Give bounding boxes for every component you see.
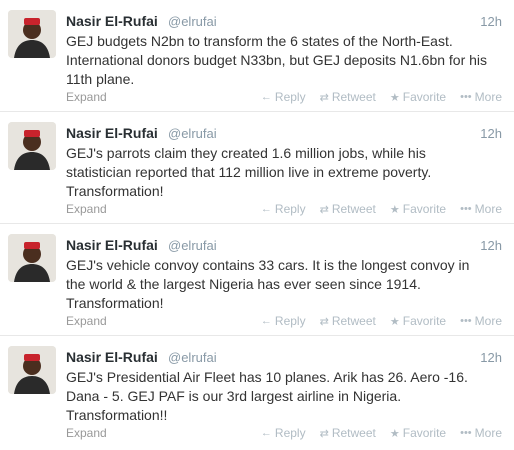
- retweet-icon: ⇄: [319, 315, 329, 328]
- avatar[interactable]: [8, 234, 56, 282]
- tweet: Nasir El-Rufai @elrufai 12h GEJ's vehicl…: [0, 224, 514, 336]
- tweet-text-line: GEJ's parrots claim they created 1.6 mil…: [66, 145, 426, 161]
- more-button[interactable]: ••• More: [460, 202, 502, 216]
- dots-icon: •••: [460, 427, 472, 439]
- tweet-text-line: GEJ's Presidential Air Fleet has 10 plan…: [66, 369, 468, 385]
- tweet-text-line: Dana - 5. GEJ PAF is our 3rd largest air…: [66, 388, 402, 404]
- tweet-timestamp[interactable]: 12h: [480, 126, 502, 141]
- favorite-button[interactable]: ★ Favorite: [390, 90, 446, 104]
- author-handle[interactable]: @elrufai: [168, 126, 217, 141]
- tweet: Nasir El-Rufai @elrufai 12h GEJ's Presid…: [0, 336, 514, 448]
- tweet-text-line: Transformation!: [66, 183, 164, 199]
- reply-label: Reply: [274, 90, 306, 104]
- tweet-actions: ← Reply ⇄ Retweet ★ Favorite ••• More: [261, 314, 502, 328]
- retweet-label: Retweet: [331, 202, 376, 216]
- tweet-text: GEJ's vehicle convoy contains 33 cars. I…: [66, 256, 496, 313]
- reply-arrow-icon: ←: [260, 203, 272, 215]
- expand-link[interactable]: Expand: [66, 90, 107, 104]
- star-icon: ★: [389, 203, 400, 216]
- tweet-text-line: 11th plane.: [66, 71, 135, 87]
- dots-icon: •••: [460, 315, 472, 327]
- reply-label: Reply: [274, 202, 306, 216]
- author-handle[interactable]: @elrufai: [168, 350, 217, 365]
- tweet-text-line: Transformation!: [66, 295, 164, 311]
- reply-arrow-icon: ←: [260, 91, 272, 103]
- author-name[interactable]: Nasir El-Rufai: [66, 349, 158, 365]
- author-name[interactable]: Nasir El-Rufai: [66, 237, 158, 253]
- retweet-button[interactable]: ⇄ Retweet: [320, 90, 376, 104]
- reply-arrow-icon: ←: [260, 427, 272, 439]
- reply-button[interactable]: ← Reply: [261, 202, 306, 216]
- more-button[interactable]: ••• More: [460, 90, 502, 104]
- tweet-text: GEJ's parrots claim they created 1.6 mil…: [66, 144, 496, 201]
- author-handle[interactable]: @elrufai: [168, 14, 217, 29]
- favorite-button[interactable]: ★ Favorite: [390, 426, 446, 440]
- retweet-icon: ⇄: [319, 427, 329, 440]
- tweet-text-line: statistician reported that 112 million l…: [66, 164, 432, 180]
- tweet-text-line: International donors budget N33bn, but G…: [66, 52, 488, 68]
- more-label: More: [474, 314, 502, 328]
- tweet-actions: ← Reply ⇄ Retweet ★ Favorite ••• More: [261, 426, 502, 440]
- tweet-actions: ← Reply ⇄ Retweet ★ Favorite ••• More: [261, 90, 502, 104]
- reply-arrow-icon: ←: [260, 315, 272, 327]
- retweet-button[interactable]: ⇄ Retweet: [320, 314, 376, 328]
- tweet-text-line: the world & the largest Nigeria has ever…: [66, 276, 421, 292]
- retweet-button[interactable]: ⇄ Retweet: [320, 426, 376, 440]
- reply-button[interactable]: ← Reply: [261, 426, 306, 440]
- reply-label: Reply: [274, 426, 306, 440]
- more-button[interactable]: ••• More: [460, 314, 502, 328]
- more-label: More: [474, 426, 502, 440]
- dots-icon: •••: [460, 203, 472, 215]
- favorite-button[interactable]: ★ Favorite: [390, 314, 446, 328]
- dots-icon: •••: [460, 91, 472, 103]
- expand-link[interactable]: Expand: [66, 426, 107, 440]
- tweet-actions: ← Reply ⇄ Retweet ★ Favorite ••• More: [261, 202, 502, 216]
- tweet: Nasir El-Rufai @elrufai 12h GEJ budgets …: [0, 0, 514, 112]
- tweet-timestamp[interactable]: 12h: [480, 238, 502, 253]
- star-icon: ★: [389, 427, 400, 440]
- retweet-icon: ⇄: [319, 203, 329, 216]
- retweet-label: Retweet: [331, 90, 376, 104]
- tweet-text-line: GEJ's vehicle convoy contains 33 cars. I…: [66, 257, 470, 273]
- expand-link[interactable]: Expand: [66, 202, 107, 216]
- avatar[interactable]: [8, 10, 56, 58]
- tweet-text: GEJ budgets N2bn to transform the 6 stat…: [66, 32, 496, 89]
- favorite-label: Favorite: [402, 202, 447, 216]
- reply-button[interactable]: ← Reply: [261, 90, 306, 104]
- tweet-timestamp[interactable]: 12h: [480, 350, 502, 365]
- more-label: More: [474, 90, 502, 104]
- reply-button[interactable]: ← Reply: [261, 314, 306, 328]
- tweet-text: GEJ's Presidential Air Fleet has 10 plan…: [66, 368, 496, 425]
- author-name[interactable]: Nasir El-Rufai: [66, 13, 158, 29]
- star-icon: ★: [389, 315, 400, 328]
- tweet-feed: Nasir El-Rufai @elrufai 12h GEJ budgets …: [0, 0, 514, 450]
- favorite-label: Favorite: [402, 90, 447, 104]
- avatar[interactable]: [8, 122, 56, 170]
- retweet-button[interactable]: ⇄ Retweet: [320, 202, 376, 216]
- more-label: More: [474, 202, 502, 216]
- author-handle[interactable]: @elrufai: [168, 238, 217, 253]
- tweet-text-line: GEJ budgets N2bn to transform the 6 stat…: [66, 33, 453, 49]
- favorite-label: Favorite: [402, 426, 447, 440]
- more-button[interactable]: ••• More: [460, 426, 502, 440]
- tweet-timestamp[interactable]: 12h: [480, 14, 502, 29]
- reply-label: Reply: [274, 314, 306, 328]
- retweet-icon: ⇄: [319, 91, 329, 104]
- author-name[interactable]: Nasir El-Rufai: [66, 125, 158, 141]
- favorite-label: Favorite: [402, 314, 447, 328]
- retweet-label: Retweet: [331, 314, 376, 328]
- avatar[interactable]: [8, 346, 56, 394]
- star-icon: ★: [389, 91, 400, 104]
- tweet: Nasir El-Rufai @elrufai 12h GEJ's parrot…: [0, 112, 514, 224]
- tweet-text-line: Transformation!!: [66, 407, 168, 423]
- expand-link[interactable]: Expand: [66, 314, 107, 328]
- favorite-button[interactable]: ★ Favorite: [390, 202, 446, 216]
- retweet-label: Retweet: [331, 426, 376, 440]
